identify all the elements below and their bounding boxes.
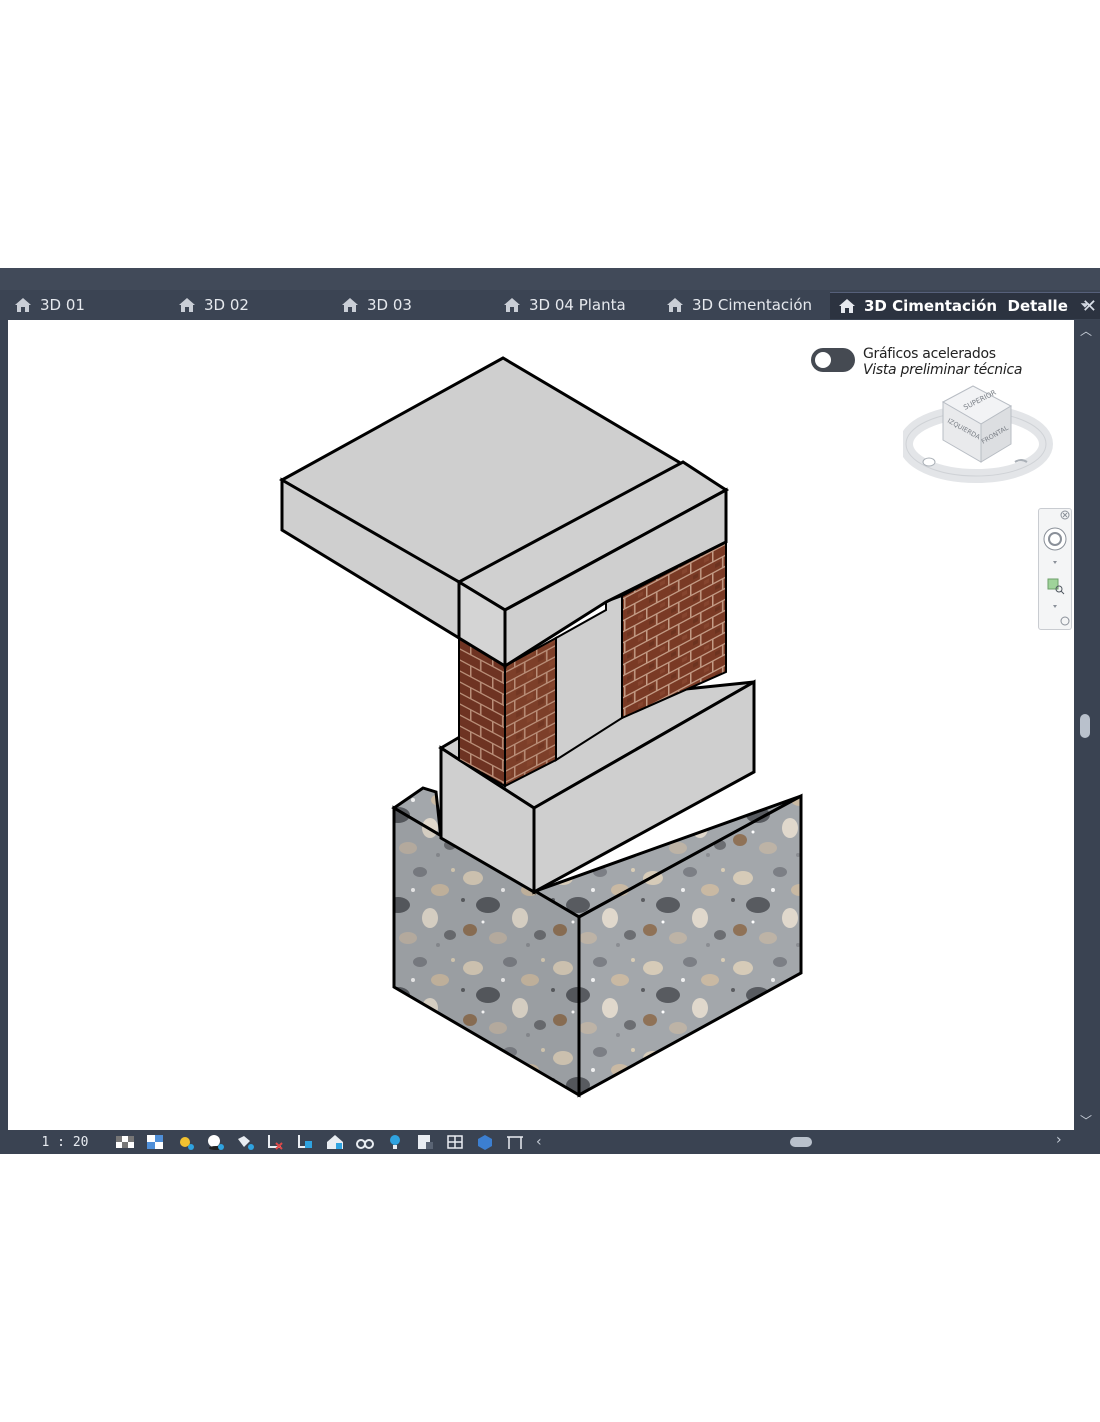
tab-3d-01[interactable]: 3D 01 — [14, 292, 85, 318]
rendering-icon[interactable] — [234, 1133, 256, 1151]
3d-view-canvas[interactable]: Gráficos acelerados Vista preliminar téc… — [8, 320, 1074, 1130]
view-scale[interactable]: 1 : 20 — [20, 1135, 110, 1150]
tab-label: 3D 02 — [204, 296, 249, 314]
tab-3d-02[interactable]: 3D 02 — [178, 292, 249, 318]
crop-view-icon[interactable] — [264, 1133, 286, 1151]
revit-view-window: 3D 01 3D 02 3D 03 3D 04 Planta 3D Ciment… — [0, 268, 1100, 1154]
sun-path-icon[interactable] — [174, 1133, 196, 1151]
tab-list-dropdown-icon[interactable]: ⏷ — [1076, 296, 1094, 314]
house-icon — [342, 298, 358, 312]
steering-wheel-icon[interactable] — [1043, 527, 1067, 551]
tab-3d-cimentacion-detalle[interactable]: 3D Cimentación Detalle ✕ — [830, 292, 1100, 319]
tab-bar-top-strip — [0, 268, 1100, 290]
show-analytical-model-icon[interactable] — [444, 1133, 466, 1151]
reveal-hidden-icon[interactable] — [384, 1133, 406, 1151]
tab-label: 3D Cimentación — [692, 296, 813, 314]
view-control-bar: 1 : 20 ‹ › — [8, 1130, 1074, 1154]
navbar-options-icon[interactable] — [1060, 616, 1070, 626]
toggle-knob — [815, 352, 831, 368]
navigation-bar — [1038, 508, 1072, 630]
overlay-line-1: Gráficos acelerados — [863, 346, 996, 362]
zoom-region-icon[interactable] — [1047, 578, 1065, 595]
tab-3d-03[interactable]: 3D 03 — [341, 292, 412, 318]
tab-label: 3D Cimentación Detalle — [864, 297, 1068, 315]
tab-3d-cimentacion[interactable]: 3D Cimentación — [666, 292, 812, 318]
overlay-line-2: Vista preliminar técnica — [863, 362, 1023, 378]
tab-3d-04-planta[interactable]: 3D 04 Planta — [503, 292, 626, 318]
temporary-hide-icon[interactable] — [354, 1133, 376, 1151]
scroll-up-icon[interactable]: ︿ — [1078, 322, 1094, 338]
house-icon — [667, 298, 683, 312]
tab-label: 3D 03 — [367, 296, 412, 314]
shadows-icon[interactable] — [204, 1133, 226, 1151]
viewcube[interactable]: SUPERIOR IZQUIERDA FRONTAL — [903, 382, 1053, 492]
vertical-scrollbar[interactable]: ︿ ﹀ — [1074, 320, 1098, 1130]
tab-label: 3D 01 — [40, 296, 85, 314]
temporary-view-properties-icon[interactable] — [414, 1133, 436, 1151]
highlight-displacement-icon[interactable] — [474, 1133, 496, 1151]
accelerated-graphics-toggle[interactable] — [811, 348, 855, 372]
scroll-right-icon[interactable]: › — [1056, 1132, 1062, 1148]
house-icon — [15, 298, 31, 312]
tab-label: 3D 04 Planta — [529, 296, 626, 314]
house-icon — [504, 298, 520, 312]
graphics-overlay-label: Gráficos acelerados Vista preliminar téc… — [863, 346, 1022, 378]
vertical-scroll-thumb[interactable] — [1080, 714, 1090, 738]
reveal-constraints-icon[interactable] — [504, 1133, 526, 1151]
house-icon — [839, 299, 855, 313]
scroll-down-icon[interactable]: ﹀ — [1078, 1112, 1094, 1128]
show-crop-region-icon[interactable] — [294, 1133, 316, 1151]
horizontal-scroll-thumb[interactable] — [790, 1137, 812, 1147]
view-tab-bar: 3D 01 3D 02 3D 03 3D 04 Planta 3D Ciment… — [0, 268, 1100, 320]
close-navbar-icon[interactable] — [1060, 510, 1070, 520]
lock-3d-view-icon[interactable] — [324, 1133, 346, 1151]
visual-style-icon[interactable] — [144, 1133, 166, 1151]
detail-level-icon[interactable] — [114, 1133, 136, 1151]
scroll-left-icon[interactable]: ‹ — [536, 1134, 542, 1150]
house-icon — [179, 298, 195, 312]
